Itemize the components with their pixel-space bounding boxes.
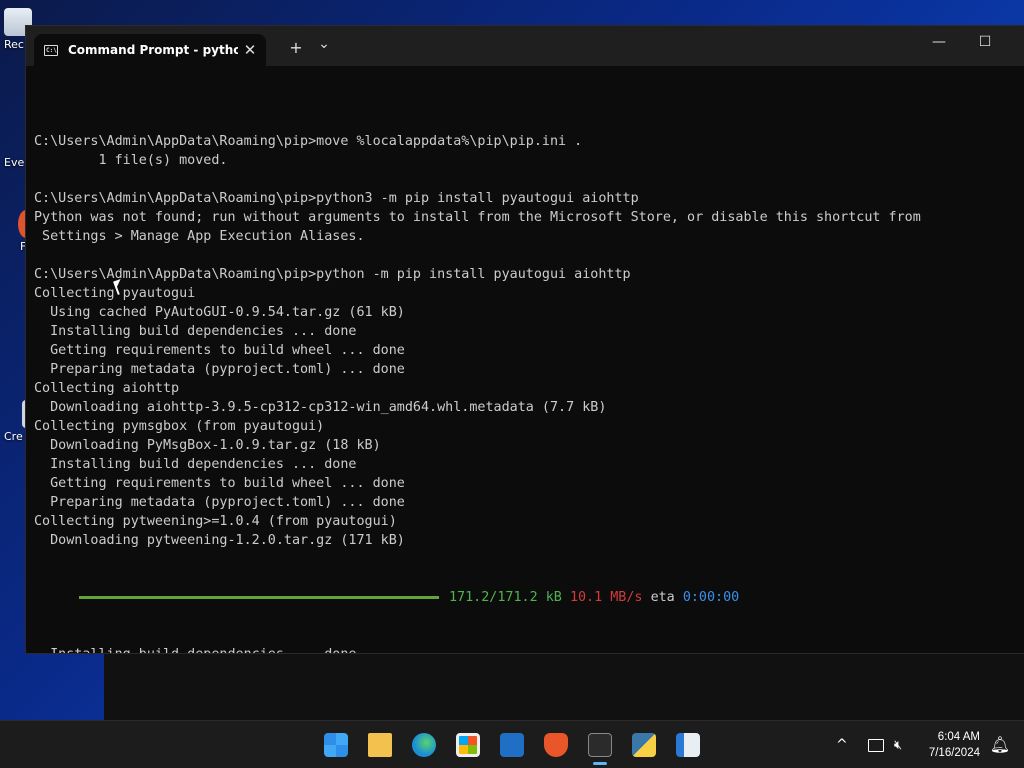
console-line: Getting requirements to build wheel ... … bbox=[34, 476, 405, 491]
close-tab-button[interactable]: ✕ bbox=[238, 41, 262, 59]
clock-date: 7/16/2024 bbox=[928, 747, 980, 759]
console-line: Collecting pytweening>=1.0.4 (from pyaut… bbox=[34, 514, 397, 529]
progress-size: 171.2/171.2 kB bbox=[449, 590, 562, 605]
volume-status[interactable]: 🔇︎ bbox=[894, 721, 902, 768]
terminal-icon bbox=[588, 733, 612, 757]
taskbar-app[interactable] bbox=[672, 729, 704, 761]
clock[interactable]: 6:04 AM 7/16/2024 bbox=[929, 729, 980, 761]
windows-logo-icon bbox=[324, 733, 348, 757]
taskbar-microsoft-store[interactable] bbox=[452, 729, 484, 761]
console-line: C:\Users\Admin\AppData\Roaming\pip>move … bbox=[34, 134, 583, 149]
console-line: Getting requirements to build wheel ... … bbox=[34, 343, 405, 358]
taskbar-file-explorer[interactable] bbox=[364, 729, 396, 761]
console-line: Python was not found; run without argume… bbox=[34, 210, 921, 225]
chevron-up-icon: ^ bbox=[836, 737, 848, 753]
tab-title: Command Prompt - python bbox=[68, 43, 238, 57]
taskbar-terminal[interactable] bbox=[584, 729, 616, 765]
console-line: Settings > Manage App Execution Aliases. bbox=[34, 229, 365, 244]
command-prompt-icon: C:\ bbox=[44, 44, 58, 56]
network-icon bbox=[868, 738, 884, 752]
folder-icon bbox=[368, 733, 392, 757]
download-progress: 171.2/171.2 kB 10.1 MB/s eta 0:00:00 bbox=[34, 588, 1024, 607]
console-line: Collecting pymsgbox (from pyautogui) bbox=[34, 419, 325, 434]
notification-bell-icon[interactable]: 🔔︎ bbox=[990, 735, 1010, 754]
tab-command-prompt[interactable]: C:\ Command Prompt - python ✕ bbox=[34, 34, 266, 66]
python-icon bbox=[632, 733, 656, 757]
tab-dropdown-button[interactable]: ⌄ bbox=[312, 36, 336, 52]
console-line: Preparing metadata (pyproject.toml) ... … bbox=[34, 495, 405, 510]
store-icon bbox=[456, 733, 480, 757]
console-line: Installing build dependencies ... done bbox=[34, 324, 357, 339]
speaker-muted-icon: 🔇︎ bbox=[894, 737, 903, 753]
console-line: Preparing metadata (pyproject.toml) ... … bbox=[34, 362, 405, 377]
console-line: C:\Users\Admin\AppData\Roaming\pip>pytho… bbox=[34, 267, 631, 282]
edge-icon bbox=[412, 733, 436, 757]
console-line: Installing build dependencies ... done bbox=[34, 457, 357, 472]
tray-overflow-button[interactable]: ^ bbox=[836, 721, 848, 768]
console-output[interactable]: C:\Users\Admin\AppData\Roaming\pip>move … bbox=[26, 66, 1024, 653]
progress-speed: 10.1 MB/s bbox=[569, 590, 643, 605]
title-bar[interactable]: C:\ Command Prompt - python ✕ + ⌄ — ☐ bbox=[26, 26, 1024, 66]
console-line: Using cached PyAutoGUI-0.9.54.tar.gz (61… bbox=[34, 305, 405, 320]
desktop-background-area bbox=[104, 654, 1024, 720]
app-window-icon bbox=[676, 733, 700, 757]
console-line: C:\Users\Admin\AppData\Roaming\pip>pytho… bbox=[34, 191, 639, 206]
taskbar-brave[interactable] bbox=[540, 729, 572, 761]
clock-time: 6:04 AM bbox=[937, 731, 980, 743]
taskbar: ^ 🔇︎ 6:04 AM 7/16/2024 🔔︎ bbox=[0, 720, 1024, 768]
taskbar-edge[interactable] bbox=[408, 729, 440, 761]
minimize-button[interactable]: — bbox=[916, 34, 962, 50]
console-lines-after: Installing build dependencies ... done G… bbox=[34, 645, 1024, 653]
console-line: Downloading aiohttp-3.9.5-cp312-cp312-wi… bbox=[34, 400, 607, 415]
console-line: Downloading pytweening-1.2.0.tar.gz (171… bbox=[34, 533, 405, 548]
start-button[interactable] bbox=[320, 729, 352, 761]
brave-icon bbox=[544, 733, 568, 757]
taskbar-python[interactable] bbox=[628, 729, 660, 761]
terminal-window[interactable]: C:\ Command Prompt - python ✕ + ⌄ — ☐ C:… bbox=[26, 26, 1024, 653]
new-tab-button[interactable]: + bbox=[284, 38, 308, 57]
console-line: Downloading PyMsgBox-1.0.9.tar.gz (18 kB… bbox=[34, 438, 381, 453]
outlook-icon bbox=[500, 733, 524, 757]
taskbar-outlook[interactable] bbox=[496, 729, 528, 761]
console-line: Installing build dependencies ... done bbox=[34, 645, 1024, 653]
progress-eta-label: eta bbox=[650, 590, 675, 605]
network-status[interactable] bbox=[868, 721, 884, 768]
console-line: 1 file(s) moved. bbox=[34, 153, 228, 168]
console-line: Collecting aiohttp bbox=[34, 381, 180, 396]
console-line: Collecting pyautogui bbox=[34, 286, 196, 301]
maximize-button[interactable]: ☐ bbox=[962, 34, 1008, 50]
progress-bar bbox=[79, 596, 439, 599]
console-lines: C:\Users\Admin\AppData\Roaming\pip>move … bbox=[34, 132, 1024, 550]
progress-eta: 0:00:00 bbox=[682, 590, 740, 605]
